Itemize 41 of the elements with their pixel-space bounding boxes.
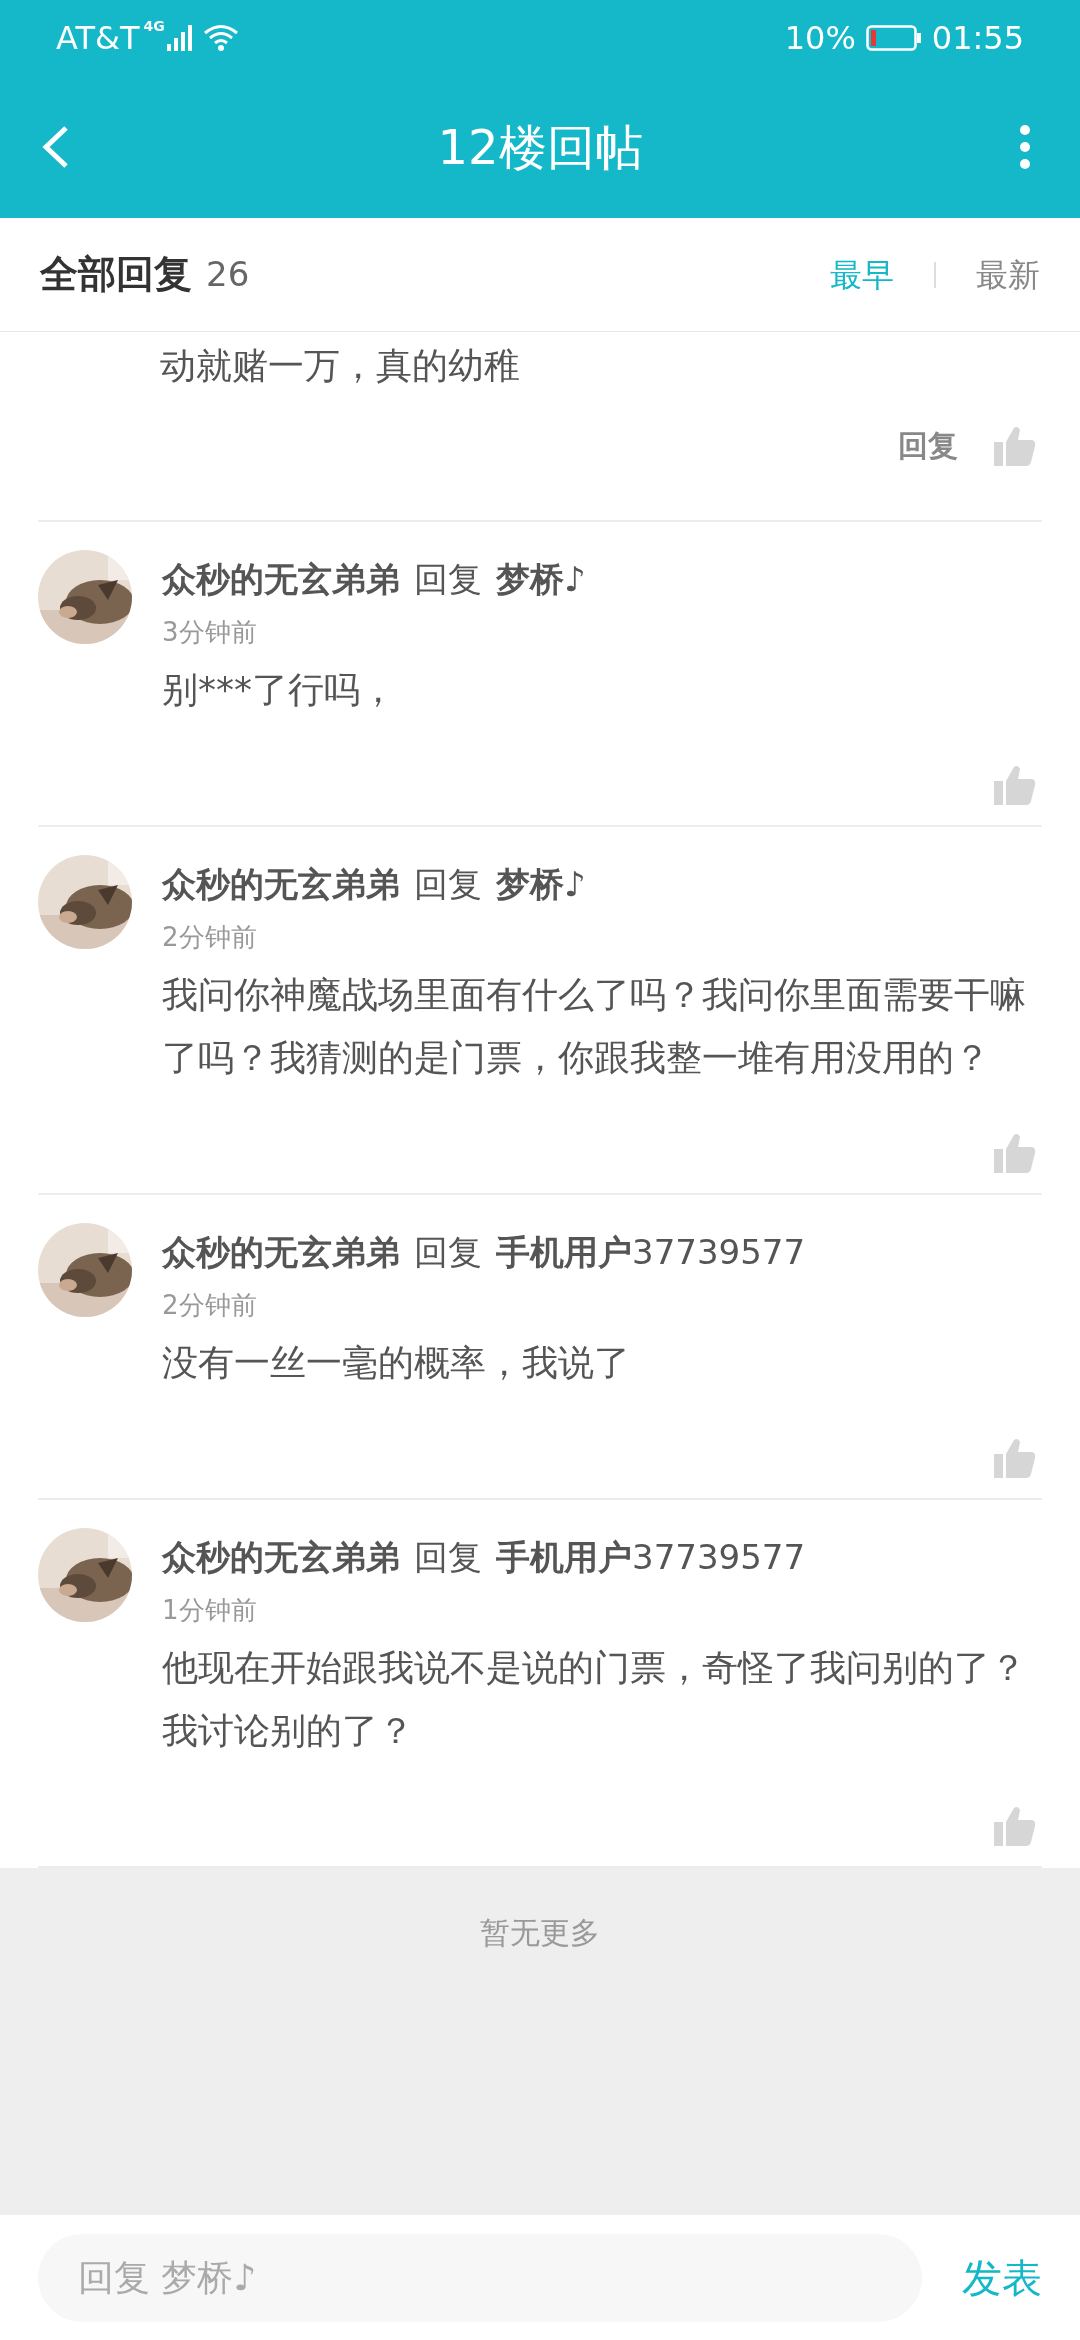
post-time: 2分钟前 xyxy=(162,921,258,954)
reply-label: 回复 xyxy=(414,863,482,906)
wifi-icon xyxy=(202,23,239,52)
comment-text: 没有一丝一毫的概率，我说了 xyxy=(162,1341,631,1385)
author-name[interactable]: 众秒的无玄弟弟 xyxy=(162,1532,400,1583)
post-time: 2分钟前 xyxy=(162,1289,258,1322)
back-button[interactable] xyxy=(40,123,70,170)
post-time: 1分钟前 xyxy=(162,1594,258,1627)
thumbs-up-icon[interactable] xyxy=(994,765,1036,805)
reply-target[interactable]: 手机用户37739577 xyxy=(496,1532,806,1583)
thumbs-up-icon[interactable] xyxy=(994,1806,1036,1846)
comment-text: 动就赌一万，真的幼稚 xyxy=(159,344,521,388)
reply-target[interactable]: 梦桥♪ xyxy=(496,554,586,605)
reply-count: 26 xyxy=(206,253,250,296)
reply-label: 回复 xyxy=(414,558,482,601)
thumbs-up-icon[interactable] xyxy=(994,425,1036,466)
comment-text: 别***了行吗， xyxy=(162,668,397,712)
author-name[interactable]: 众秒的无玄弟弟 xyxy=(162,859,400,910)
reply-button[interactable]: 回复 xyxy=(898,423,958,468)
comment-text: 我问你神魔战场里面有什么了吗？我问你里面需要干嘛了吗？我猜测的是门票，你跟我整一堆有用没用的？ xyxy=(162,973,1027,1080)
thumbs-up-icon[interactable] xyxy=(994,1438,1036,1478)
reply-target[interactable]: 梦桥♪ xyxy=(496,859,586,910)
sort-tab[interactable]: 最新 xyxy=(976,250,1040,299)
thumbs-up-icon[interactable] xyxy=(994,1133,1036,1173)
battery-percent: 10% xyxy=(784,17,856,59)
network-type: 4G xyxy=(143,17,165,36)
page-title: 12楼回帖 xyxy=(436,117,644,177)
author-name[interactable]: 众秒的无玄弟弟 xyxy=(162,554,400,605)
reply-input-field[interactable]: 回复 梦桥♪ xyxy=(38,2233,922,2322)
battery-icon xyxy=(865,24,922,51)
no-more-text: 暂无更多 xyxy=(480,1914,600,1952)
reply-label: 回复 xyxy=(414,1536,482,1579)
comment-text: 他现在开始跟我说不是说的门票，奇怪了我问别的了？我讨论别的了？ xyxy=(162,1646,1027,1753)
reply-label: 回复 xyxy=(414,1231,482,1274)
author-name[interactable]: 众秒的无玄弟弟 xyxy=(162,1227,400,1278)
clock-time: 01:55 xyxy=(931,17,1024,59)
section-title: 全部回复 xyxy=(40,251,192,298)
post-time: 3分钟前 xyxy=(162,616,258,649)
signal-icon xyxy=(166,24,193,51)
reply-target[interactable]: 手机用户37739577 xyxy=(496,1227,806,1278)
carrier-name: AT&T xyxy=(56,17,140,59)
